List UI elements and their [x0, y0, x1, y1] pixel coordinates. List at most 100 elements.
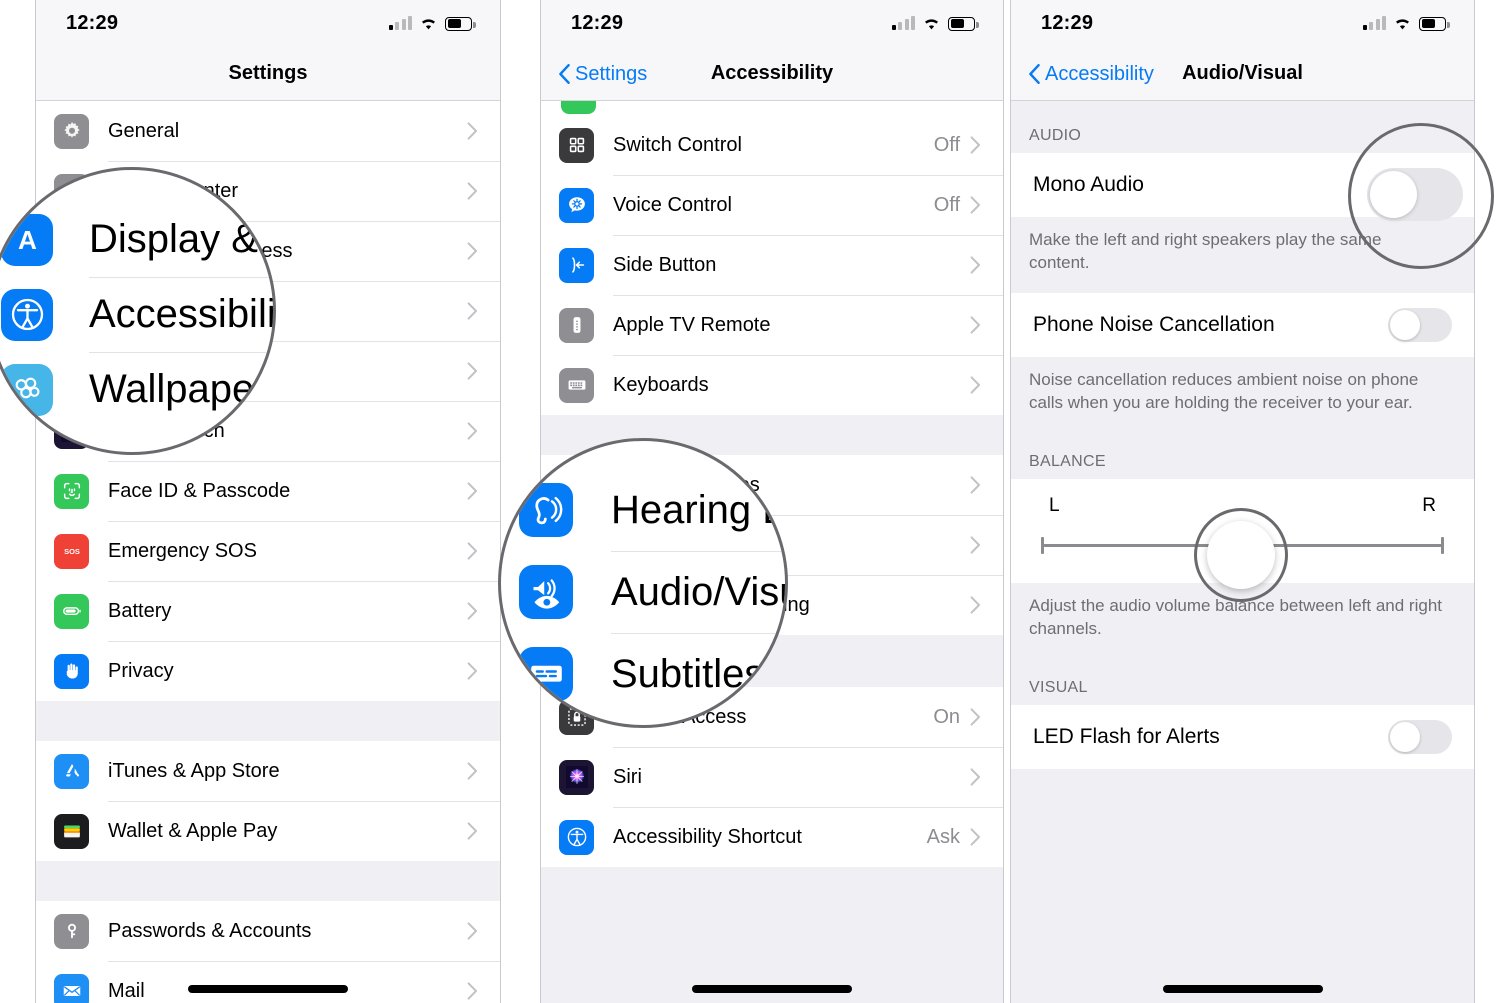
led-flash-label: LED Flash for Alerts	[1033, 724, 1220, 748]
list-item[interactable]: Accessibility Shortcut Ask	[541, 807, 1003, 867]
side-button-icon	[559, 247, 594, 283]
list-item[interactable]: Battery	[36, 581, 500, 641]
list-item-label: Siri	[613, 765, 642, 788]
home-indicator	[1011, 985, 1474, 993]
chevron-left-icon	[559, 64, 570, 84]
battery-icon	[445, 16, 476, 31]
back-button-accessibility[interactable]: Accessibility	[1029, 47, 1154, 101]
page-title: Accessibility	[710, 62, 834, 84]
empty-area	[1011, 768, 1474, 1003]
list-item[interactable]: iTunes & App Store	[36, 741, 500, 801]
magnified-list-item[interactable]: Audio/Visual	[519, 551, 785, 633]
list-item-label: Apple TV Remote	[613, 313, 771, 336]
list-item[interactable]: Passwords & Accounts	[36, 901, 500, 961]
status-indicators	[1362, 16, 1450, 31]
chevron-right-icon	[970, 536, 981, 554]
group-spacer	[541, 867, 1003, 917]
page-title: Settings	[228, 62, 308, 84]
accessibility-icon	[559, 819, 594, 855]
list-item[interactable]: Voice Control Off	[541, 175, 1003, 235]
chevron-right-icon	[970, 828, 981, 846]
chevron-right-icon	[467, 762, 478, 780]
list-item[interactable]: Switch Control Off	[541, 115, 1003, 175]
hearing-devices-icon	[519, 483, 573, 537]
list-item[interactable]: Privacy	[36, 641, 500, 701]
chevron-right-icon	[467, 242, 478, 260]
magnified-list-item[interactable]: Hearing De	[519, 469, 785, 551]
row-led-flash-for-alerts[interactable]: LED Flash for Alerts	[1011, 704, 1474, 769]
chevron-right-icon	[970, 476, 981, 494]
status-bar: 12:29	[541, 0, 1003, 47]
list-item-label: General	[108, 119, 180, 142]
list-item[interactable]: Siri	[541, 747, 1003, 807]
magnified-list-item[interactable]: A Display & B	[1, 202, 273, 277]
list-item-label: Wallet & Apple Pay	[108, 819, 278, 842]
magnified-content: Hearing De Audio/Visual Subtitles &	[519, 469, 785, 715]
status-time: 12:29	[571, 12, 624, 34]
phone-screen-settings: 12:29 Settings GeneralControl CenterADis…	[35, 0, 501, 1003]
wallet-icon	[54, 813, 89, 849]
battery-icon	[1419, 16, 1450, 31]
chevron-right-icon	[970, 316, 981, 334]
chevron-right-icon	[467, 482, 478, 500]
accessibility-icon	[1, 288, 53, 341]
magnifier-lens-mono-audio-toggle	[1348, 123, 1494, 269]
partial-row-top	[541, 101, 1003, 115]
chevron-right-icon	[467, 122, 478, 140]
separator	[611, 633, 785, 634]
wifi-icon	[1393, 17, 1412, 31]
home-indicator	[36, 985, 500, 993]
magnified-list-item-label: Hearing De	[611, 487, 785, 532]
magnified-list-item[interactable]: Wallpaper	[1, 352, 273, 427]
magnified-list-item-label: Wallpaper	[89, 367, 268, 411]
app-store-icon	[54, 753, 89, 789]
list-item-label: Switch Control	[613, 133, 742, 156]
list-item-label: Voice Control	[613, 193, 732, 216]
slider-cap-left	[1041, 536, 1044, 554]
list-item-value: Ask	[926, 825, 960, 848]
cellular-signal-icon	[1362, 16, 1386, 30]
row-phone-noise-cancellation[interactable]: Phone Noise Cancellation	[1011, 292, 1474, 357]
list-item[interactable]: Side Button	[541, 235, 1003, 295]
list-item-label: Accessibility Shortcut	[613, 825, 802, 848]
chevron-right-icon	[970, 768, 981, 786]
list-item-value: Off	[933, 133, 960, 156]
subtitles-icon	[519, 647, 573, 701]
list-item-value: Off	[933, 193, 960, 216]
noise-cancellation-toggle[interactable]	[1388, 307, 1452, 342]
list-item[interactable]: Apple TV Remote	[541, 295, 1003, 355]
magnifier-lens-balance-knob	[1194, 508, 1288, 602]
list-item[interactable]: General	[36, 101, 500, 161]
list-item[interactable]: Mail	[36, 961, 500, 1003]
screenshot-stage: 12:29 Settings GeneralControl CenterADis…	[0, 0, 1500, 1003]
display-brightness-icon: A	[1, 213, 53, 266]
list-item[interactable]: SOS Emergency SOS	[36, 521, 500, 581]
magnified-mono-audio-toggle[interactable]	[1367, 168, 1463, 221]
status-time: 12:29	[66, 12, 119, 34]
separator	[89, 277, 273, 278]
magnified-list-item[interactable]: Accessibility	[1, 277, 273, 352]
back-button-settings[interactable]: Settings	[559, 47, 647, 101]
mono-audio-label: Mono Audio	[1033, 173, 1144, 196]
page-title: Audio/Visual	[1182, 62, 1303, 84]
chevron-left-icon	[1029, 64, 1040, 84]
back-button-label: Accessibility	[1045, 62, 1154, 85]
settings-group-2: iTunes & App Store Wallet & Apple Pay	[36, 741, 500, 861]
face-id-icon	[561, 101, 596, 114]
list-item[interactable]: Face ID & Passcode	[36, 461, 500, 521]
balance-left-label: L	[1049, 494, 1060, 516]
magnified-balance-knob[interactable]	[1207, 521, 1275, 589]
chevron-right-icon	[467, 422, 478, 440]
led-flash-toggle[interactable]	[1388, 719, 1452, 754]
list-item[interactable]: Keyboards	[541, 355, 1003, 415]
chevron-right-icon	[970, 708, 981, 726]
chevron-right-icon	[970, 256, 981, 274]
magnified-list-item[interactable]: Subtitles &	[519, 633, 785, 715]
battery-icon	[948, 16, 979, 31]
list-item[interactable]: Wallet & Apple Pay	[36, 801, 500, 861]
list-item-label: Battery	[108, 599, 172, 622]
siri-icon	[559, 759, 594, 795]
list-item-label: Side Button	[613, 253, 717, 276]
gear-icon	[54, 113, 89, 149]
chevron-right-icon	[467, 302, 478, 320]
